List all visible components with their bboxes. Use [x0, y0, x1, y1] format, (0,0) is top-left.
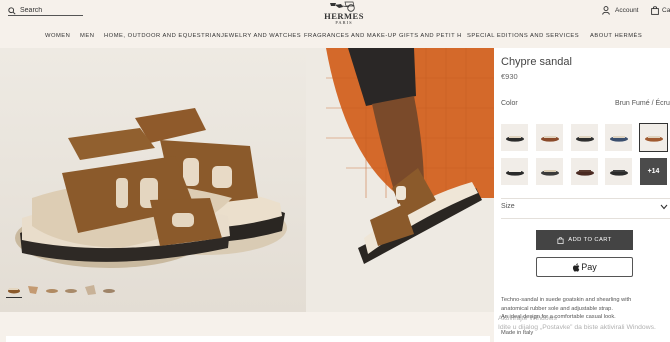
thumbnail-4[interactable] — [63, 282, 79, 298]
apple-logo-icon — [573, 262, 580, 272]
product-page: HERMES PARIS Account Ca WOMEN MEN HOME, … — [0, 0, 670, 342]
search-icon[interactable] — [8, 2, 16, 20]
description-line: Techno-sandal in suede goatskin and shea… — [501, 297, 632, 303]
cart-label: Ca — [662, 7, 670, 14]
color-label: Color — [501, 100, 518, 107]
chevron-down-icon[interactable] — [660, 204, 668, 210]
main-nav: WOMEN MEN HOME, OUTDOOR AND EQUESTRIAN J… — [0, 33, 670, 45]
watermark-line-1: Aktivirajte Windows — [498, 315, 557, 322]
nav-item-gifts[interactable]: GIFTS AND PETIT H — [399, 33, 462, 39]
thumbnail-5[interactable] — [82, 282, 98, 298]
nav-item-men[interactable]: MEN — [80, 33, 94, 39]
product-price: €930 — [501, 72, 518, 81]
shopping-bag-icon — [651, 6, 659, 15]
add-to-cart-button[interactable]: ADD TO CART — [536, 230, 633, 250]
nav-item-about[interactable]: ABOUT HERMÈS — [590, 33, 642, 39]
color-swatch-2[interactable] — [536, 124, 563, 151]
cart-link[interactable]: Ca — [651, 6, 670, 15]
thumbnail-3[interactable] — [44, 282, 60, 298]
product-details-panel: Chypre sandal €930 Color Brun Fumé / Écr… — [494, 48, 670, 342]
description-line: anatomical rubber sole and adjustable st… — [501, 305, 613, 312]
account-label: Account — [615, 7, 639, 14]
shopping-bag-icon — [557, 236, 564, 244]
size-label[interactable]: Size — [501, 203, 515, 210]
color-swatch-9[interactable] — [605, 158, 632, 185]
divider-above-size — [501, 198, 670, 199]
below-gallery-card — [6, 336, 490, 342]
selected-color-value: Brun Fumé / Écru — [615, 100, 670, 107]
color-swatch-6[interactable] — [501, 158, 528, 185]
hermes-logo[interactable]: HERMES PARIS — [322, 0, 366, 25]
color-swatch-3[interactable] — [571, 124, 598, 151]
nav-item-special-editions[interactable]: SPECIAL EDITIONS AND SERVICES — [467, 33, 579, 39]
user-icon — [602, 6, 610, 15]
site-header: HERMES PARIS Account Ca WOMEN MEN HOME, … — [0, 0, 670, 48]
add-to-cart-label: ADD TO CART — [568, 237, 612, 243]
product-image-worn[interactable] — [306, 48, 494, 312]
pay-label: Pay — [581, 262, 597, 272]
more-colors-button[interactable]: +14 — [640, 158, 667, 185]
thumbnail-2[interactable] — [25, 282, 41, 298]
color-swatch-5-selected[interactable] — [639, 123, 668, 152]
watermark-line-2: Idite u dijalog „Postavke” da biste akti… — [498, 324, 656, 331]
thumbnail-1[interactable] — [6, 282, 22, 298]
nav-item-home-outdoor[interactable]: HOME, OUTDOOR AND EQUESTRIAN — [104, 33, 221, 39]
nav-item-women[interactable]: WOMEN — [45, 33, 70, 39]
account-link[interactable]: Account — [602, 6, 639, 15]
thumbnail-6[interactable] — [101, 282, 117, 298]
color-swatch-4[interactable] — [605, 124, 632, 151]
product-title: Chypre sandal — [501, 56, 572, 68]
color-swatch-1[interactable] — [501, 124, 528, 151]
logo-brand-text: HERMES — [324, 11, 364, 21]
color-swatch-7[interactable] — [536, 158, 563, 185]
product-image-main[interactable] — [0, 48, 306, 312]
divider-below-size — [501, 218, 670, 219]
search-input[interactable] — [20, 6, 80, 15]
apple-pay-button[interactable]: Pay — [536, 257, 633, 277]
color-swatch-8[interactable] — [571, 158, 598, 185]
image-thumbnails — [6, 282, 117, 298]
search-bar[interactable] — [8, 6, 83, 16]
windows-activation-watermark: Aktivirajte Windows Idite u dijalog „Pos… — [498, 314, 656, 332]
nav-item-fragrances[interactable]: FRAGRANCES AND MAKE-UP — [304, 33, 397, 39]
nav-item-jewelry[interactable]: JEWELRY AND WATCHES — [221, 33, 301, 39]
